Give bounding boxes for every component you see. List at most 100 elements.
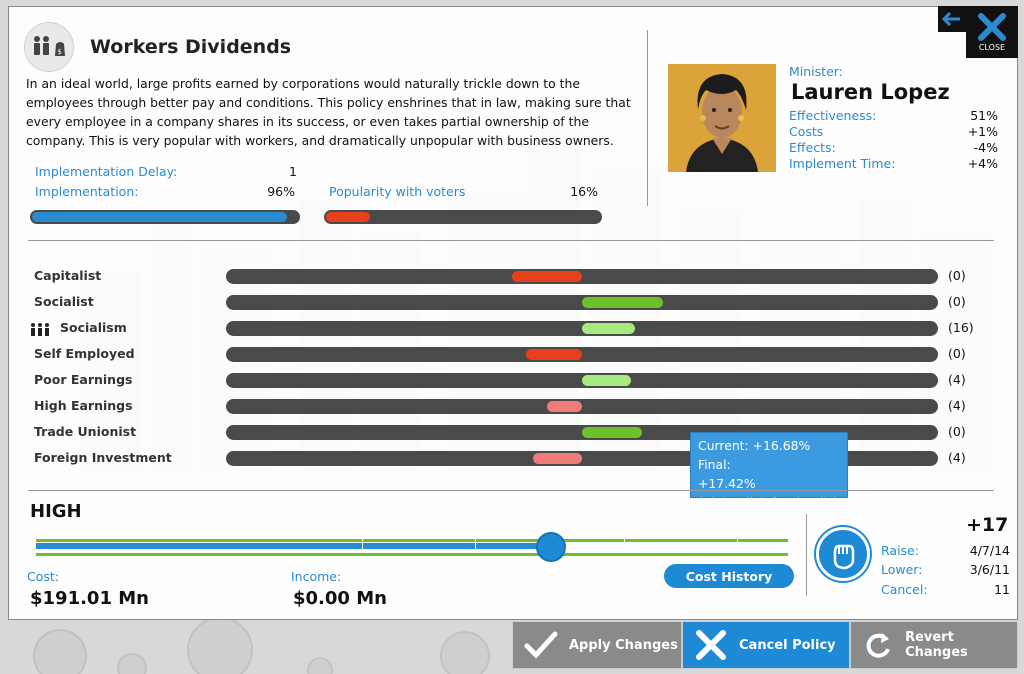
section-divider: [28, 240, 994, 241]
raised-fist-icon: [816, 527, 870, 581]
effect-row[interactable]: Capitalist (0): [30, 266, 990, 286]
effect-bar: [226, 347, 938, 362]
slider-rail: [36, 539, 788, 542]
effect-row[interactable]: High Earnings (4): [30, 396, 990, 416]
minister-stat-value: +1%: [967, 124, 998, 139]
apply-changes-button[interactable]: Apply Changes: [512, 621, 682, 669]
implementation-label: Implementation:: [35, 184, 139, 199]
policy-description: In an ideal world, large profits earned …: [26, 76, 631, 148]
effect-count: (0): [948, 294, 966, 309]
effect-count: (16): [948, 320, 974, 335]
effect-label: Capitalist: [34, 268, 102, 283]
section-divider: [28, 490, 994, 491]
cancel-label: Cancel:: [881, 582, 928, 597]
slider-rail-filled: [36, 543, 552, 549]
minister-stat-value: -4%: [973, 140, 998, 155]
effect-count: (0): [948, 346, 966, 361]
implementation-bar: [30, 210, 300, 224]
cost-label: Cost:: [27, 569, 60, 584]
implementation-value: 96%: [267, 184, 295, 199]
implementation-bar-fill: [32, 212, 288, 222]
policy-level-label: HIGH: [30, 501, 82, 522]
minister-stat-label: Effectiveness:: [789, 108, 877, 123]
effect-label: Self Employed: [34, 346, 135, 361]
effect-label: Socialist: [34, 294, 94, 309]
effect-bar: [226, 399, 938, 414]
effect-count: (0): [948, 424, 966, 439]
effect-bar-fill: [547, 401, 582, 412]
lower-value: 3/6/11: [969, 562, 1010, 577]
cost-history-button[interactable]: Cost History: [664, 564, 794, 588]
back-arrow-icon: [942, 12, 960, 26]
effect-bar-fill: [582, 297, 663, 308]
close-button[interactable]: CLOSE: [966, 6, 1018, 58]
minister-portrait[interactable]: [668, 64, 776, 172]
minister-stat-label: Effects:: [789, 140, 836, 155]
minister-stat-value: 51%: [970, 108, 998, 123]
raise-label: Raise:: [881, 543, 919, 558]
header-divider: [647, 30, 648, 206]
effect-bar: [226, 373, 938, 388]
effect-bar: [226, 321, 938, 336]
effect-row[interactable]: Socialist (0): [30, 292, 990, 312]
effect-bar-fill: [512, 271, 582, 282]
apply-changes-label: Apply Changes: [569, 637, 678, 653]
revert-changes-label: Revert Changes: [905, 630, 968, 660]
popularity-change-total: +17: [966, 514, 1009, 536]
effect-count: (4): [948, 372, 966, 387]
raise-value: 4/7/14: [969, 543, 1010, 558]
cancel-policy-label: Cancel Policy: [739, 637, 836, 653]
tooltip-line: Current: +16.68% Final:: [698, 438, 811, 472]
effect-count: (4): [948, 450, 966, 465]
effect-bar-fill: [526, 349, 582, 360]
revert-changes-button[interactable]: Revert Changes: [850, 621, 1018, 669]
slider-tick: [624, 536, 625, 552]
lower-label: Lower:: [881, 562, 923, 577]
effect-count: (4): [948, 398, 966, 413]
implementation-delay-label: Implementation Delay:: [35, 164, 178, 179]
workers-money-icon: $: [24, 22, 74, 72]
effect-bar: [226, 295, 938, 310]
effect-count: (0): [948, 268, 966, 283]
implementation-delay-value: 1: [289, 164, 297, 179]
svg-text:$: $: [58, 48, 62, 56]
effect-label: Poor Earnings: [34, 372, 133, 387]
minister-label: Minister:: [789, 64, 843, 79]
policy-slider[interactable]: [36, 532, 788, 562]
slider-rail: [36, 553, 788, 556]
back-button[interactable]: [938, 6, 966, 32]
popularity-divider: [806, 514, 807, 596]
minister-name: Lauren Lopez: [791, 80, 950, 104]
effect-bar: [226, 269, 938, 284]
effect-row[interactable]: Poor Earnings (4): [30, 370, 990, 390]
checkmark-icon: [513, 630, 569, 660]
income-value: $0.00 Mn: [293, 588, 387, 609]
effect-label: Foreign Investment: [34, 450, 172, 465]
cancel-policy-button[interactable]: Cancel Policy: [682, 621, 850, 669]
effect-tooltip: Current: +16.68% Final: +17.42% (Right c…: [690, 432, 848, 510]
policy-title: Workers Dividends: [90, 36, 292, 58]
slider-tick: [362, 536, 363, 552]
cancel-x-icon: [683, 628, 739, 662]
popularity-value: 16%: [570, 184, 598, 199]
slider-tick: [737, 536, 738, 552]
slider-handle[interactable]: [536, 532, 567, 562]
effect-row[interactable]: Self Employed (0): [30, 344, 990, 364]
popularity-label: Popularity with voters: [329, 184, 466, 199]
tooltip-line: (Right click for details): [698, 495, 839, 510]
close-label: CLOSE: [978, 43, 1006, 52]
cost-value: $191.01 Mn: [30, 588, 149, 609]
effect-row[interactable]: Socialism (16): [30, 318, 990, 338]
effect-bar-fill: [582, 427, 642, 438]
income-label: Income:: [291, 569, 342, 584]
effect-bar-fill: [582, 323, 635, 334]
effect-bar-fill: [582, 375, 631, 386]
popularity-bar: [324, 210, 602, 224]
minister-stat-value: +4%: [967, 156, 998, 171]
slider-tick: [475, 536, 476, 552]
popularity-bar-fill: [326, 212, 370, 222]
minister-stat-label: Implement Time:: [789, 156, 896, 171]
cancel-value: 11: [994, 582, 1010, 597]
effect-label: Socialism: [60, 320, 127, 335]
effect-label: Trade Unionist: [34, 424, 137, 439]
